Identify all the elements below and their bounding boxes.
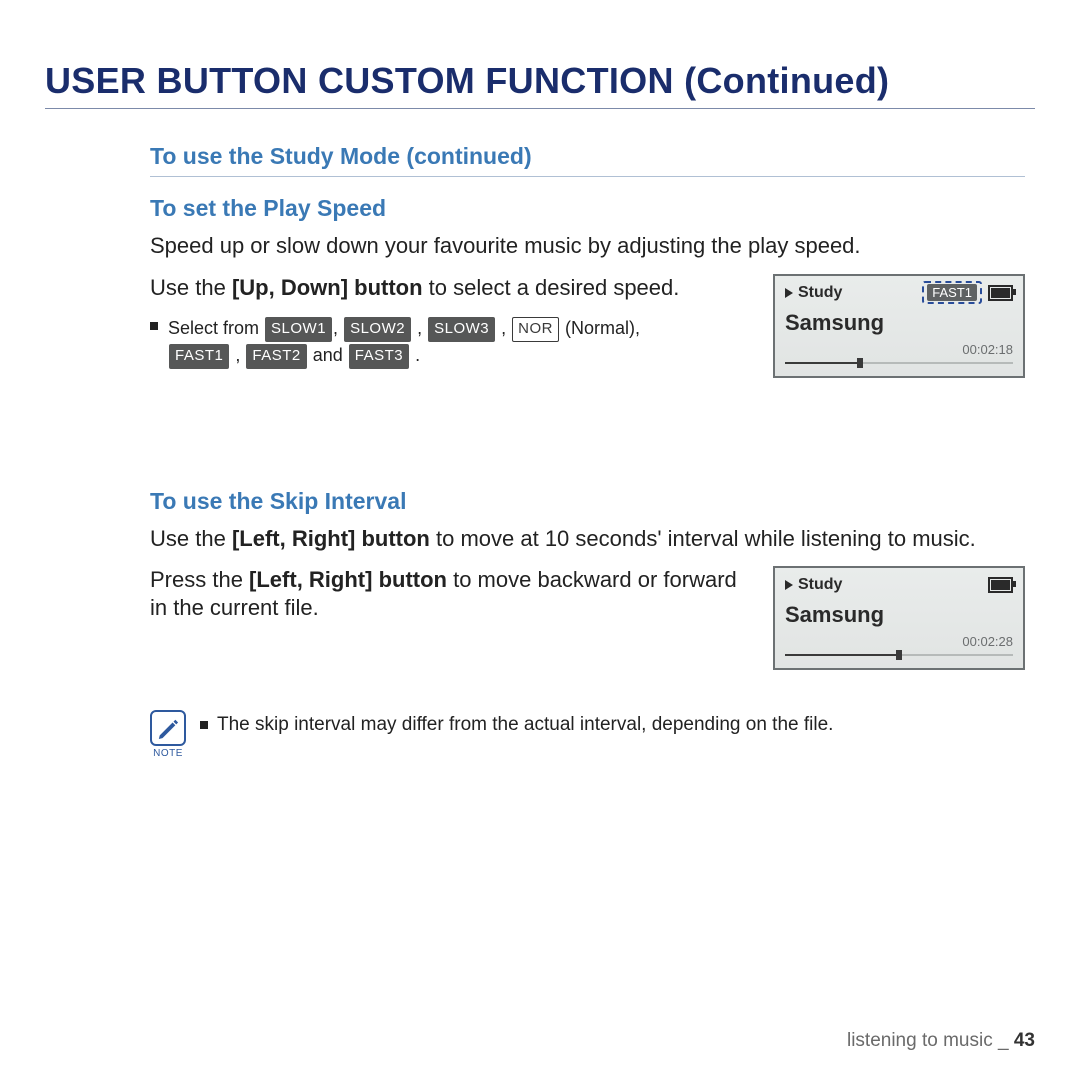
selection-outline — [922, 281, 982, 304]
speed-token-slow2: SLOW2 — [344, 317, 411, 342]
skip-interval-instruction: Press the [Left, Right] button to move b… — [150, 566, 755, 621]
screen2-mode: Study — [798, 576, 842, 594]
screen2-progress — [785, 652, 1013, 658]
skip-interval-desc: Use the [Left, Right] button to move at … — [150, 525, 1025, 553]
speed-token-fast3: FAST3 — [349, 344, 409, 369]
text-fragment: and — [313, 345, 348, 365]
screen2-track-title: Samsung — [785, 602, 1013, 628]
footer-page-number: 43 — [1014, 1030, 1035, 1051]
note-body: The skip interval may differ from the ac… — [217, 714, 833, 736]
text-fragment: Use the — [150, 526, 232, 551]
speed-token-fast2: FAST2 — [246, 344, 306, 369]
manual-page: USER BUTTON CUSTOM FUNCTION (Continued) … — [0, 0, 1080, 1080]
subheading-skip-interval: To use the Skip Interval — [150, 488, 1025, 515]
text-fragment: Press the — [150, 567, 249, 592]
text-fragment: to move at 10 seconds' interval while li… — [430, 526, 976, 551]
page-title: USER BUTTON CUSTOM FUNCTION (Continued) — [45, 60, 1035, 109]
bold-left-right-1: [Left, Right] button — [232, 526, 430, 551]
device-screen-1: Study FAST1 Samsung 00:02:18 — [773, 274, 1025, 378]
screen1-progress — [785, 360, 1013, 366]
note-icon-wrap: NOTE — [150, 710, 186, 759]
battery-icon — [988, 577, 1013, 593]
content-area: To use the Study Mode (continued) To set… — [150, 143, 1025, 759]
speed-options-bullet: Select from SLOW1, SLOW2 , SLOW3 , NOR (… — [150, 315, 755, 369]
screen1-time: 00:02:18 — [785, 342, 1013, 357]
device-screen-2: Study Samsung 00:02:28 — [773, 566, 1025, 670]
section-heading-study-mode: To use the Study Mode (continued) — [150, 143, 1025, 177]
bold-up-down: [Up, Down] button — [232, 275, 423, 300]
speed-token-fast1: FAST1 — [169, 344, 229, 369]
note-row: NOTE The skip interval may differ from t… — [150, 710, 1025, 759]
play-speed-row: Use the [Up, Down] button to select a de… — [150, 274, 1025, 378]
play-icon — [785, 288, 793, 298]
note-text: The skip interval may differ from the ac… — [200, 710, 833, 736]
bullet-marker-icon — [150, 322, 158, 330]
speed-token-slow3: SLOW3 — [428, 317, 495, 342]
play-icon — [785, 580, 793, 590]
page-footer: listening to music _ 43 — [847, 1030, 1035, 1052]
footer-section: listening to music — [847, 1030, 993, 1051]
text-fragment: to select a desired speed. — [423, 275, 680, 300]
text-fragment: Select from — [168, 318, 264, 338]
note-icon — [150, 710, 186, 746]
screen1-track-title: Samsung — [785, 310, 1013, 336]
speed-token-nor: NOR — [512, 317, 559, 342]
text-fragment: (Normal) — [565, 318, 635, 338]
play-speed-description: Speed up or slow down your favourite mus… — [150, 232, 1025, 260]
footer-sep: _ — [998, 1030, 1009, 1051]
text-fragment: Use the — [150, 275, 232, 300]
screen2-time: 00:02:28 — [785, 634, 1013, 649]
battery-icon — [988, 285, 1013, 301]
bullet-marker-icon — [200, 721, 208, 729]
skip-interval-row: Press the [Left, Right] button to move b… — [150, 566, 1025, 670]
note-label: NOTE — [150, 748, 186, 759]
speed-token-slow1: SLOW1 — [265, 317, 332, 342]
speed-options-text: Select from SLOW1, SLOW2 , SLOW3 , NOR (… — [168, 315, 755, 369]
screen1-speed-badge: FAST1 — [925, 284, 979, 301]
subheading-play-speed: To set the Play Speed — [150, 195, 1025, 222]
bold-left-right-2: [Left, Right] button — [249, 567, 447, 592]
play-speed-instruction: Use the [Up, Down] button to select a de… — [150, 274, 755, 302]
screen1-mode: Study — [798, 284, 842, 302]
